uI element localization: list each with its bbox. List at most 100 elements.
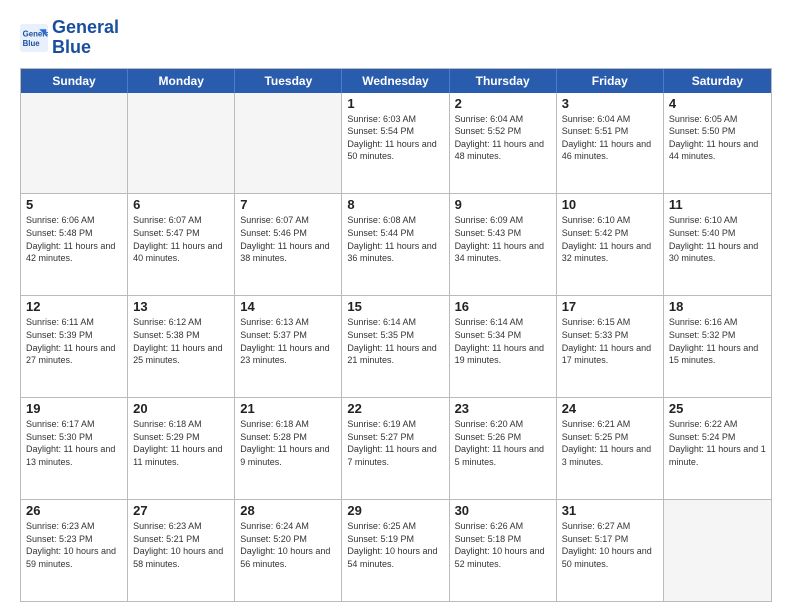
day-cell-28: 28 Sunrise: 6:24 AM Sunset: 5:20 PM Dayli… bbox=[235, 500, 342, 601]
day-number: 13 bbox=[133, 299, 229, 314]
cell-info: Sunrise: 6:18 AM Sunset: 5:29 PM Dayligh… bbox=[133, 418, 229, 468]
cell-info: Sunrise: 6:26 AM Sunset: 5:18 PM Dayligh… bbox=[455, 520, 551, 570]
cell-info: Sunrise: 6:14 AM Sunset: 5:34 PM Dayligh… bbox=[455, 316, 551, 366]
calendar-row-3: 12 Sunrise: 6:11 AM Sunset: 5:39 PM Dayli… bbox=[21, 296, 771, 398]
day-number: 1 bbox=[347, 96, 443, 111]
cell-info: Sunrise: 6:10 AM Sunset: 5:42 PM Dayligh… bbox=[562, 214, 658, 264]
day-cell-5: 5 Sunrise: 6:06 AM Sunset: 5:48 PM Daylig… bbox=[21, 194, 128, 295]
day-cell-21: 21Sunrise: 6:18 AM Sunset: 5:28 PM Dayli… bbox=[235, 398, 342, 499]
cell-info: Sunrise: 6:24 AM Sunset: 5:20 PM Dayligh… bbox=[240, 520, 336, 570]
day-number: 26 bbox=[26, 503, 122, 518]
day-number: 11 bbox=[669, 197, 766, 212]
day-cell-12: 12 Sunrise: 6:11 AM Sunset: 5:39 PM Dayli… bbox=[21, 296, 128, 397]
day-cell-1: 1 Sunrise: 6:03 AM Sunset: 5:54 PM Daylig… bbox=[342, 93, 449, 194]
empty-cell bbox=[21, 93, 128, 194]
cell-info: Sunrise: 6:27 AM Sunset: 5:17 PM Dayligh… bbox=[562, 520, 658, 570]
day-number: 14 bbox=[240, 299, 336, 314]
day-number: 5 bbox=[26, 197, 122, 212]
cell-info: Sunrise: 6:25 AM Sunset: 5:19 PM Dayligh… bbox=[347, 520, 443, 570]
day-cell-22: 22 Sunrise: 6:19 AM Sunset: 5:27 PM Dayli… bbox=[342, 398, 449, 499]
cell-info: Sunrise: 6:05 AM Sunset: 5:50 PM Dayligh… bbox=[669, 113, 766, 163]
cell-info: Sunrise: 6:10 AM Sunset: 5:40 PM Dayligh… bbox=[669, 214, 766, 264]
header: General Blue General Blue bbox=[20, 18, 772, 58]
day-cell-25: 25 Sunrise: 6:22 AM Sunset: 5:24 PM Dayli… bbox=[664, 398, 771, 499]
calendar-page: General Blue General Blue SundayMondayTu… bbox=[0, 0, 792, 612]
header-day-monday: Monday bbox=[128, 69, 235, 93]
calendar-row-4: 19 Sunrise: 6:17 AM Sunset: 5:30 PM Dayli… bbox=[21, 398, 771, 500]
cell-info: Sunrise: 6:11 AM Sunset: 5:39 PM Dayligh… bbox=[26, 316, 122, 366]
cell-info: Sunrise: 6:04 AM Sunset: 5:51 PM Dayligh… bbox=[562, 113, 658, 163]
cell-info: Sunrise: 6:07 AM Sunset: 5:47 PM Dayligh… bbox=[133, 214, 229, 264]
day-cell-15: 15 Sunrise: 6:14 AM Sunset: 5:35 PM Dayli… bbox=[342, 296, 449, 397]
logo-icon: General Blue bbox=[20, 24, 48, 52]
cell-info: Sunrise: 6:20 AM Sunset: 5:26 PM Dayligh… bbox=[455, 418, 551, 468]
day-cell-16: 16 Sunrise: 6:14 AM Sunset: 5:34 PM Dayli… bbox=[450, 296, 557, 397]
calendar-body: 1 Sunrise: 6:03 AM Sunset: 5:54 PM Daylig… bbox=[21, 93, 771, 601]
day-cell-29: 29 Sunrise: 6:25 AM Sunset: 5:19 PM Dayli… bbox=[342, 500, 449, 601]
cell-info: Sunrise: 6:17 AM Sunset: 5:30 PM Dayligh… bbox=[26, 418, 122, 468]
day-number: 4 bbox=[669, 96, 766, 111]
day-number: 21 bbox=[240, 401, 336, 416]
day-cell-17: 17 Sunrise: 6:15 AM Sunset: 5:33 PM Dayli… bbox=[557, 296, 664, 397]
calendar-row-5: 26 Sunrise: 6:23 AM Sunset: 5:23 PM Dayli… bbox=[21, 500, 771, 601]
header-day-friday: Friday bbox=[557, 69, 664, 93]
empty-cell bbox=[235, 93, 342, 194]
day-number: 3 bbox=[562, 96, 658, 111]
day-number: 28 bbox=[240, 503, 336, 518]
day-number: 15 bbox=[347, 299, 443, 314]
day-cell-26: 26 Sunrise: 6:23 AM Sunset: 5:23 PM Dayli… bbox=[21, 500, 128, 601]
header-day-tuesday: Tuesday bbox=[235, 69, 342, 93]
day-cell-7: 7 Sunrise: 6:07 AM Sunset: 5:46 PM Daylig… bbox=[235, 194, 342, 295]
cell-info: Sunrise: 6:23 AM Sunset: 5:21 PM Dayligh… bbox=[133, 520, 229, 570]
day-number: 7 bbox=[240, 197, 336, 212]
day-number: 17 bbox=[562, 299, 658, 314]
day-number: 12 bbox=[26, 299, 122, 314]
cell-info: Sunrise: 6:15 AM Sunset: 5:33 PM Dayligh… bbox=[562, 316, 658, 366]
day-number: 16 bbox=[455, 299, 551, 314]
day-cell-19: 19 Sunrise: 6:17 AM Sunset: 5:30 PM Dayli… bbox=[21, 398, 128, 499]
cell-info: Sunrise: 6:09 AM Sunset: 5:43 PM Dayligh… bbox=[455, 214, 551, 264]
day-number: 31 bbox=[562, 503, 658, 518]
day-cell-3: 3 Sunrise: 6:04 AM Sunset: 5:51 PM Daylig… bbox=[557, 93, 664, 194]
day-number: 22 bbox=[347, 401, 443, 416]
logo-text-blue: Blue bbox=[52, 38, 119, 58]
day-cell-20: 20 Sunrise: 6:18 AM Sunset: 5:29 PM Dayli… bbox=[128, 398, 235, 499]
day-cell-8: 8Sunrise: 6:08 AM Sunset: 5:44 PM Daylig… bbox=[342, 194, 449, 295]
day-cell-30: 30Sunrise: 6:26 AM Sunset: 5:18 PM Dayli… bbox=[450, 500, 557, 601]
calendar-row-2: 5 Sunrise: 6:06 AM Sunset: 5:48 PM Daylig… bbox=[21, 194, 771, 296]
day-number: 20 bbox=[133, 401, 229, 416]
svg-text:Blue: Blue bbox=[23, 39, 41, 48]
cell-info: Sunrise: 6:03 AM Sunset: 5:54 PM Dayligh… bbox=[347, 113, 443, 163]
cell-info: Sunrise: 6:21 AM Sunset: 5:25 PM Dayligh… bbox=[562, 418, 658, 468]
day-cell-27: 27Sunrise: 6:23 AM Sunset: 5:21 PM Dayli… bbox=[128, 500, 235, 601]
day-number: 29 bbox=[347, 503, 443, 518]
day-cell-14: 14Sunrise: 6:13 AM Sunset: 5:37 PM Dayli… bbox=[235, 296, 342, 397]
day-cell-31: 31 Sunrise: 6:27 AM Sunset: 5:17 PM Dayli… bbox=[557, 500, 664, 601]
cell-info: Sunrise: 6:23 AM Sunset: 5:23 PM Dayligh… bbox=[26, 520, 122, 570]
cell-info: Sunrise: 6:22 AM Sunset: 5:24 PM Dayligh… bbox=[669, 418, 766, 468]
day-cell-2: 2 Sunrise: 6:04 AM Sunset: 5:52 PM Daylig… bbox=[450, 93, 557, 194]
day-number: 2 bbox=[455, 96, 551, 111]
cell-info: Sunrise: 6:06 AM Sunset: 5:48 PM Dayligh… bbox=[26, 214, 122, 264]
day-cell-10: 10Sunrise: 6:10 AM Sunset: 5:42 PM Dayli… bbox=[557, 194, 664, 295]
cell-info: Sunrise: 6:08 AM Sunset: 5:44 PM Dayligh… bbox=[347, 214, 443, 264]
header-day-sunday: Sunday bbox=[21, 69, 128, 93]
cell-info: Sunrise: 6:04 AM Sunset: 5:52 PM Dayligh… bbox=[455, 113, 551, 163]
cell-info: Sunrise: 6:07 AM Sunset: 5:46 PM Dayligh… bbox=[240, 214, 336, 264]
day-number: 25 bbox=[669, 401, 766, 416]
day-number: 6 bbox=[133, 197, 229, 212]
calendar-row-1: 1 Sunrise: 6:03 AM Sunset: 5:54 PM Daylig… bbox=[21, 93, 771, 195]
day-cell-18: 18Sunrise: 6:16 AM Sunset: 5:32 PM Dayli… bbox=[664, 296, 771, 397]
header-day-saturday: Saturday bbox=[664, 69, 771, 93]
cell-info: Sunrise: 6:12 AM Sunset: 5:38 PM Dayligh… bbox=[133, 316, 229, 366]
day-cell-23: 23Sunrise: 6:20 AM Sunset: 5:26 PM Dayli… bbox=[450, 398, 557, 499]
day-number: 19 bbox=[26, 401, 122, 416]
day-number: 9 bbox=[455, 197, 551, 212]
cell-info: Sunrise: 6:19 AM Sunset: 5:27 PM Dayligh… bbox=[347, 418, 443, 468]
day-cell-6: 6 Sunrise: 6:07 AM Sunset: 5:47 PM Daylig… bbox=[128, 194, 235, 295]
day-cell-24: 24 Sunrise: 6:21 AM Sunset: 5:25 PM Dayli… bbox=[557, 398, 664, 499]
cell-info: Sunrise: 6:14 AM Sunset: 5:35 PM Dayligh… bbox=[347, 316, 443, 366]
header-day-thursday: Thursday bbox=[450, 69, 557, 93]
logo: General Blue General Blue bbox=[20, 18, 119, 58]
day-number: 24 bbox=[562, 401, 658, 416]
